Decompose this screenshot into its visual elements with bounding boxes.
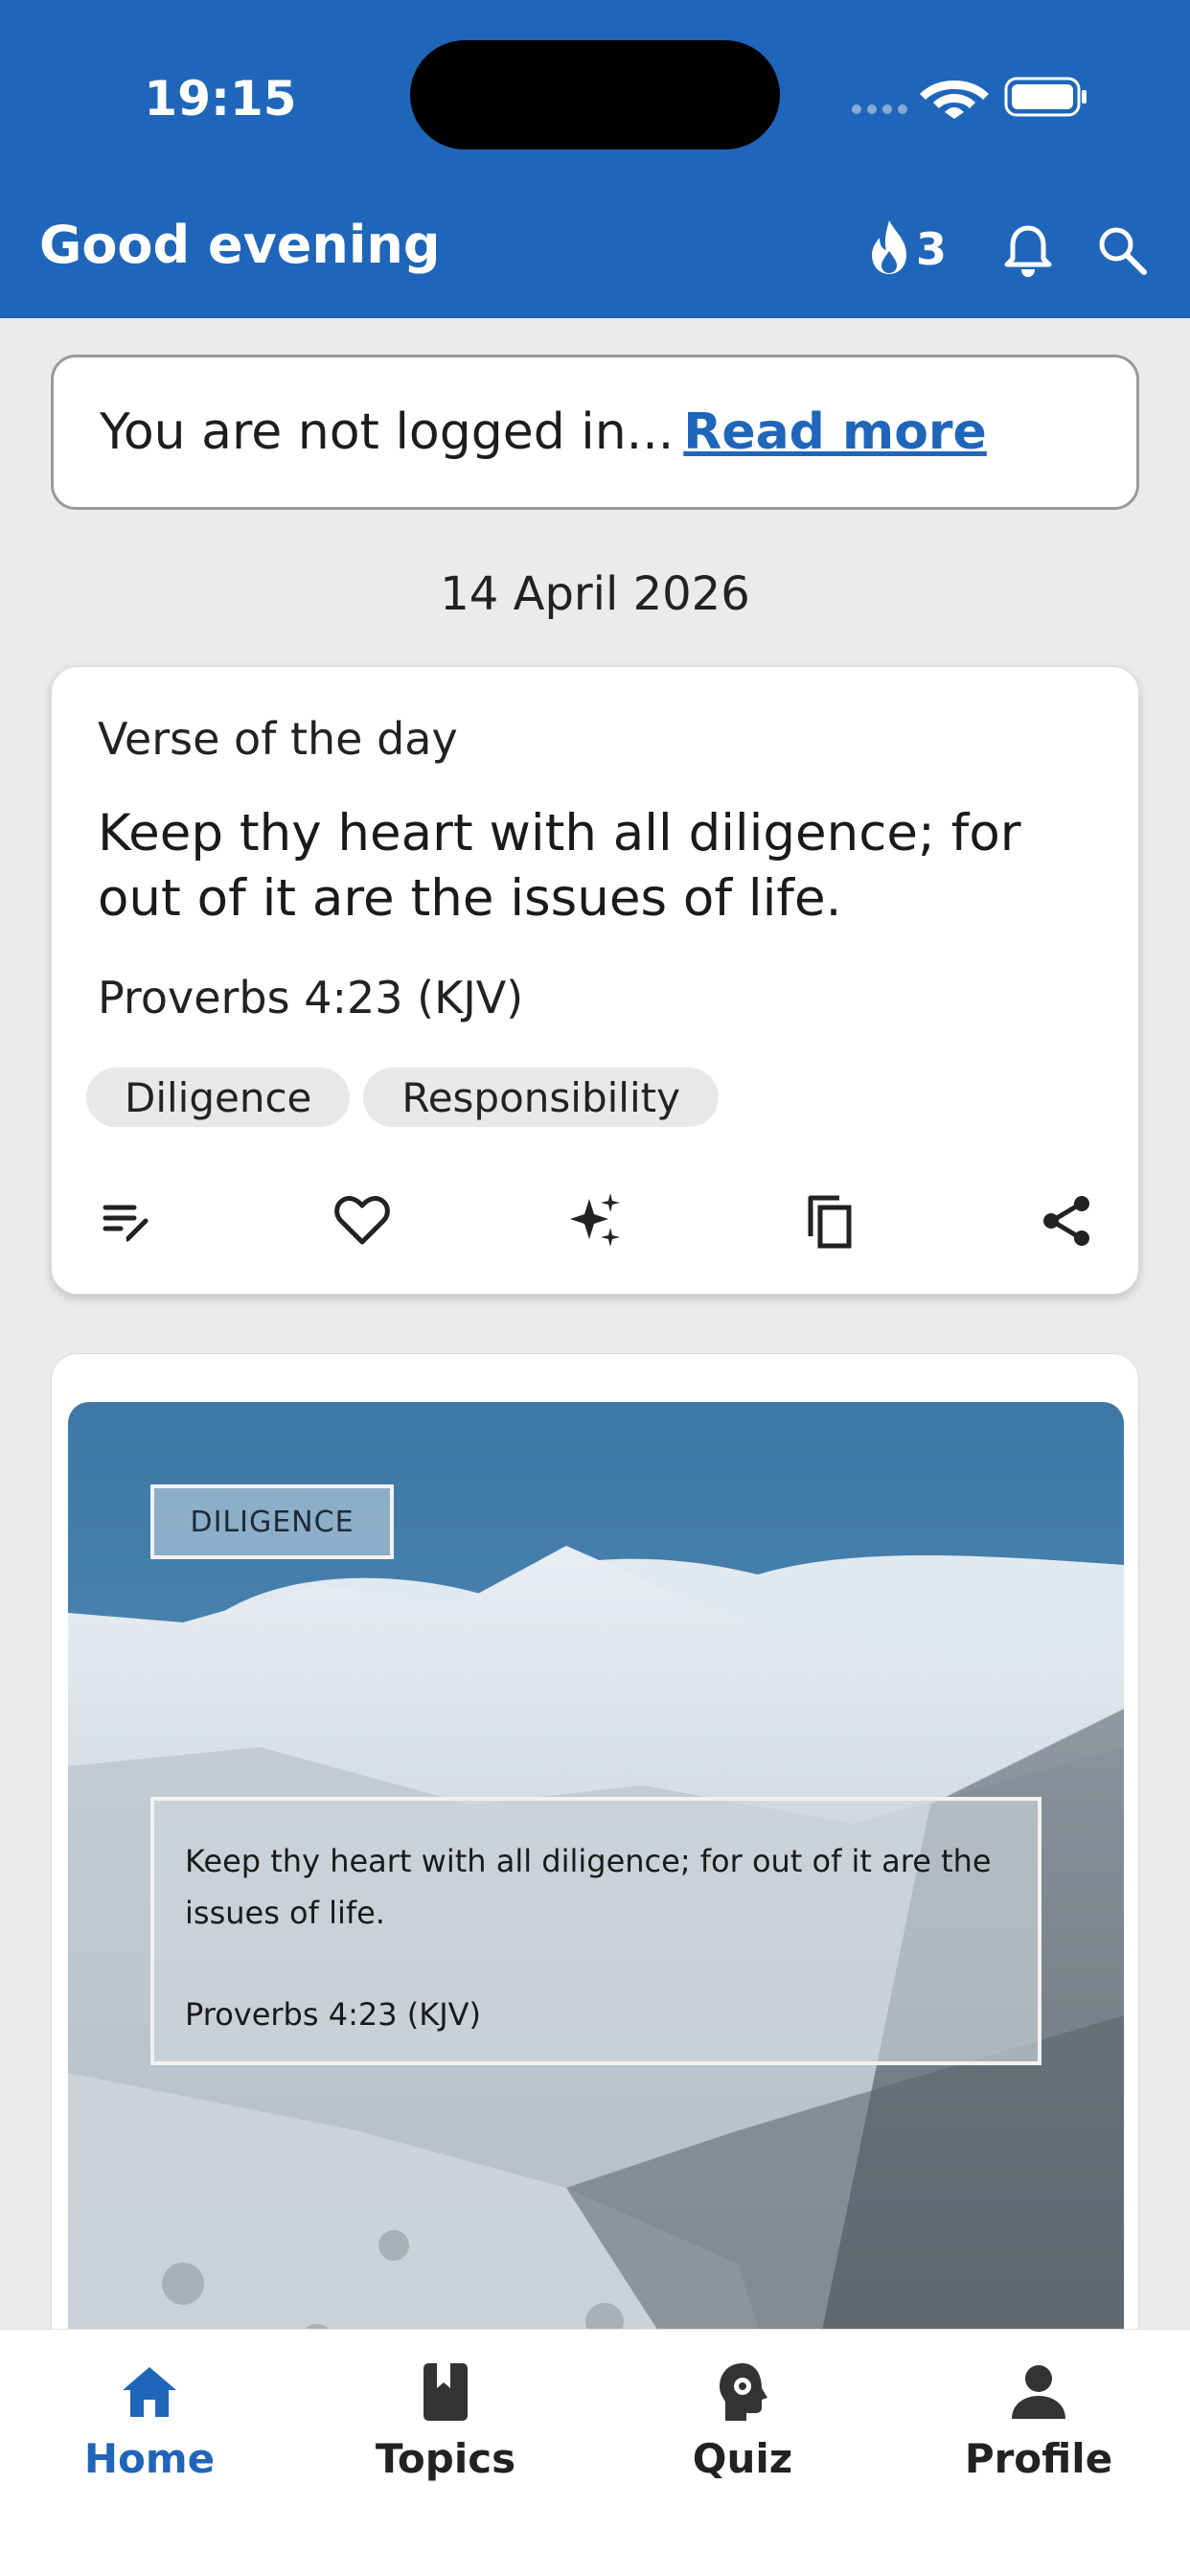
- copy-button[interactable]: [791, 1183, 868, 1259]
- ai-insight-button[interactable]: [558, 1183, 634, 1259]
- heart-icon: [334, 1196, 390, 1245]
- current-date: 14 April 2026: [440, 567, 750, 621]
- flame-icon: [868, 218, 910, 280]
- person-icon: [1012, 2365, 1065, 2419]
- copy-icon: [808, 1195, 852, 1249]
- edit-note-icon: [103, 1205, 149, 1242]
- tab-label-quiz: Quiz: [692, 2435, 793, 2482]
- tag-chip-diligence[interactable]: Diligence: [86, 1068, 351, 1127]
- streak-count: 3: [916, 223, 948, 275]
- verse-text: Keep thy heart with all diligence; for o…: [98, 804, 1021, 928]
- tab-profile[interactable]: Profile: [924, 2358, 1154, 2502]
- wifi-icon: [920, 80, 989, 119]
- tab-quiz[interactable]: Quiz: [628, 2358, 858, 2502]
- app-header: 19:15 Good evening 3: [0, 0, 1190, 318]
- verse-image-card[interactable]: DILIGENCE Keep thy heart with all dilige…: [51, 1353, 1139, 2407]
- quiz-head-icon: [720, 2363, 767, 2421]
- tab-label-home: Home: [83, 2435, 216, 2482]
- status-icons: [851, 75, 1090, 119]
- read-more-link[interactable]: Read more: [683, 403, 987, 461]
- image-quote-box: Keep thy heart with all diligence; for o…: [150, 1797, 1041, 2065]
- verse-of-the-day-card: Verse of the day Keep thy heart with all…: [51, 666, 1139, 1295]
- search-button[interactable]: [1096, 224, 1148, 276]
- favorite-button[interactable]: [324, 1183, 400, 1259]
- image-quote-text: Keep thy heart with all diligence; for o…: [185, 1843, 992, 1931]
- notifications-button[interactable]: [1002, 222, 1054, 278]
- image-quote-reference: Proverbs 4:23 (KJV): [185, 1996, 482, 2033]
- bottom-tab-bar: Home Topics Quiz Profile: [0, 2329, 1190, 2576]
- status-time: 19:15: [144, 71, 297, 126]
- tag-list: Diligence Responsibility: [86, 1068, 719, 1127]
- tab-home[interactable]: Home: [34, 2358, 264, 2502]
- share-icon: [1043, 1196, 1089, 1246]
- dynamic-island: [410, 40, 780, 150]
- mountain-background-image: DILIGENCE Keep thy heart with all dilige…: [68, 1402, 1124, 2406]
- verse-reference: Proverbs 4:23 (KJV): [98, 972, 524, 1024]
- verse-actions: [52, 1183, 1140, 1259]
- tab-label-profile: Profile: [964, 2435, 1113, 2482]
- home-icon: [123, 2367, 176, 2417]
- login-message: You are not logged in...: [100, 403, 675, 461]
- login-banner: You are not logged in... Read more: [51, 355, 1139, 510]
- share-button[interactable]: [1029, 1183, 1106, 1259]
- topic-label: DILIGENCE: [150, 1484, 394, 1559]
- sparkle-icon: [570, 1193, 620, 1247]
- bell-icon: [1004, 225, 1052, 277]
- tab-label-topics: Topics: [375, 2435, 516, 2482]
- search-icon: [1099, 227, 1147, 275]
- greeting-title: Good evening: [39, 215, 441, 275]
- add-note-button[interactable]: [88, 1183, 165, 1259]
- signal-icon: [852, 104, 907, 114]
- book-icon: [423, 2363, 468, 2421]
- streak-indicator[interactable]: 3: [868, 218, 947, 280]
- verse-card-title: Verse of the day: [98, 713, 458, 765]
- tab-topics[interactable]: Topics: [331, 2358, 561, 2502]
- battery-icon: [1004, 77, 1087, 117]
- tag-chip-responsibility[interactable]: Responsibility: [363, 1068, 719, 1127]
